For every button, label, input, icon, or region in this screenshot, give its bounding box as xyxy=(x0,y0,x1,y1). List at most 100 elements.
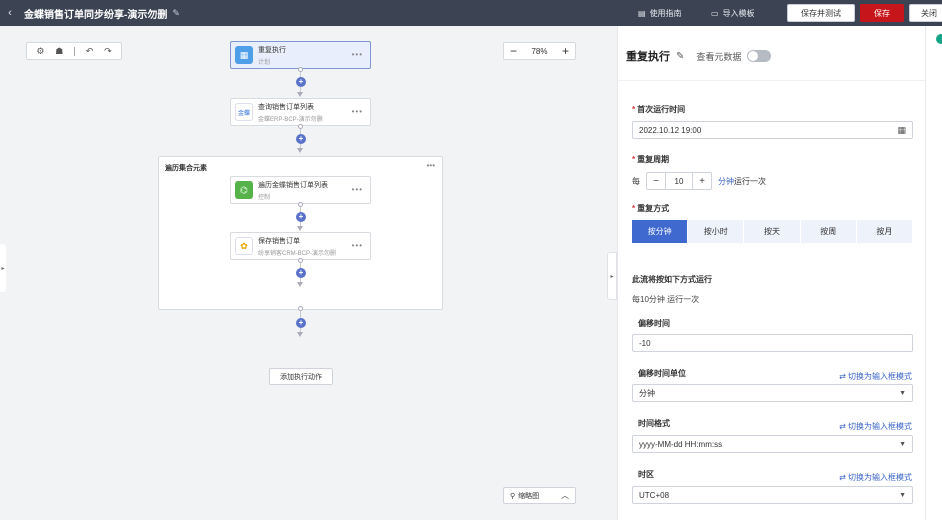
right-rail xyxy=(925,26,942,520)
properties-panel: 重复执行 ✎ 查看元数据 * 首次运行时间 2022.10.12 19:00 ▦ … xyxy=(617,26,926,520)
arrow-down-icon xyxy=(297,332,303,337)
zoom-out-button[interactable]: − xyxy=(510,45,517,57)
caret-down-icon: ▼ xyxy=(899,389,906,397)
first-run-label: * 首次运行时间 xyxy=(632,105,686,114)
zoom-control: − 78% + xyxy=(503,42,576,60)
edit-pencil-icon[interactable]: ✎ xyxy=(676,51,684,62)
kingdee-logo-icon: 金蝶 xyxy=(235,103,253,121)
mode-day-button[interactable]: 按天 xyxy=(744,220,801,243)
node-subtitle: 控制 xyxy=(258,194,271,201)
page-title: 金蝶销售订单同步纷享-演示勿删 xyxy=(24,9,168,21)
swap-icon: ⇄ xyxy=(839,372,848,381)
arrow-down-icon xyxy=(297,282,303,287)
folder-icon: ▭ xyxy=(711,8,719,18)
more-icon[interactable]: ••• xyxy=(352,107,363,116)
add-step-button[interactable]: + xyxy=(296,134,306,144)
book-icon: ▤ xyxy=(638,8,646,18)
zoom-in-button[interactable]: + xyxy=(562,45,569,57)
mode-label: * 重复方式 xyxy=(632,204,670,213)
top-bar: ‹ 金蝶销售订单同步纷享-演示勿删 ✎ ▤ 使用指南 ▭ 导入模板 保存并测试 … xyxy=(0,0,942,26)
flow-control-icon: ⌬ xyxy=(235,181,253,199)
timezone-select[interactable]: UTC+08 ▼ xyxy=(632,486,913,504)
close-button[interactable]: 关闭 xyxy=(909,4,942,22)
back-arrow-icon[interactable]: ‹ xyxy=(0,7,20,19)
period-value[interactable]: 10 xyxy=(665,173,693,189)
arrow-down-icon xyxy=(297,92,303,97)
flow-node-query-orders[interactable]: 金蝶 查询销售订单列表 金蝶ERP-BCP-演示勿删 ••• xyxy=(230,98,371,126)
redo-icon[interactable]: ↷ xyxy=(104,46,112,57)
toolbar-divider xyxy=(74,46,76,56)
period-stepper[interactable]: − 10 + xyxy=(646,172,712,190)
flow-node-save-order[interactable]: ✿ 保存销售订单 纷享销客CRM-BCP-演示勿删 ••• xyxy=(230,232,371,260)
chevron-up-icon: ︿ xyxy=(561,491,569,500)
edit-pencil-icon[interactable]: ✎ xyxy=(172,8,180,19)
add-step-button[interactable]: + xyxy=(296,318,306,328)
metadata-toggle[interactable] xyxy=(747,50,772,62)
panel-collapse-tab[interactable]: ▸ xyxy=(607,252,617,300)
calendar-icon[interactable]: ▦ xyxy=(897,125,906,136)
switch-input-mode-link[interactable]: ⇄ 切换为输入框模式 xyxy=(839,472,912,483)
node-title: 查询销售订单列表 xyxy=(258,103,314,111)
add-action-button[interactable]: 添加执行动作 xyxy=(269,368,333,385)
more-icon[interactable]: ••• xyxy=(352,241,363,250)
save-and-test-button[interactable]: 保存并测试 xyxy=(787,4,855,22)
offset-unit-label: 偏移时间单位 xyxy=(638,369,686,378)
run-summary-title: 此流将按如下方式运行 xyxy=(632,275,712,284)
mode-month-button[interactable]: 按月 xyxy=(856,220,914,243)
swap-icon: ⇄ xyxy=(839,422,848,431)
add-step-button[interactable]: + xyxy=(296,268,306,278)
robot-icon[interactable]: ⚙ xyxy=(36,46,44,57)
panel-title: 重复执行 xyxy=(626,51,670,63)
increment-button[interactable]: + xyxy=(693,173,711,189)
caret-down-icon: ▼ xyxy=(899,440,906,448)
period-unit-link[interactable]: 分钟 xyxy=(718,176,734,187)
zoom-level: 78% xyxy=(531,46,548,56)
flow-node-iterate[interactable]: ⌬ 遍历金蝶销售订单列表 控制 ••• xyxy=(230,176,371,204)
left-expand-tab[interactable]: ▸ xyxy=(0,244,6,292)
flow-node-trigger[interactable]: ▦ 重复执行 计划 ••• xyxy=(230,41,371,69)
guide-link[interactable]: ▤ 使用指南 xyxy=(638,0,682,26)
switch-input-mode-link[interactable]: ⇄ 切换为输入框模式 xyxy=(839,421,912,432)
location-pin-icon: ⚲ xyxy=(510,492,516,500)
node-subtitle: 金蝶ERP-BCP-演示勿删 xyxy=(258,116,323,123)
more-icon[interactable]: ••• xyxy=(352,185,363,194)
offset-input[interactable]: -10 xyxy=(632,334,913,352)
minimap-toggle[interactable]: ⚲ 缩略图 ︿ xyxy=(503,487,576,504)
status-dot-icon[interactable] xyxy=(936,34,942,44)
node-title: 遍历金蝶销售订单列表 xyxy=(258,181,328,189)
chevron-right-icon: ▸ xyxy=(610,273,614,280)
flow-canvas[interactable]: ▸ ⚙ ☗ ↶ ↷ − 78% + ▦ 重复执行 计划 ••• + 金蝶 查询销… xyxy=(0,26,607,520)
mode-week-button[interactable]: 按周 xyxy=(800,220,857,243)
import-template-link[interactable]: ▭ 导入模板 xyxy=(711,0,755,26)
node-title: 重复执行 xyxy=(258,46,286,54)
run-summary-text: 每10分钟 运行一次 xyxy=(632,295,700,304)
fxiaoke-logo-icon: ✿ xyxy=(235,237,253,255)
mode-minute-button[interactable]: 按分钟 xyxy=(632,220,689,243)
repeat-mode-segmented: 按分钟 按小时 按天 按周 按月 xyxy=(632,220,914,243)
panel-divider xyxy=(618,80,926,81)
offset-unit-select[interactable]: 分钟 ▼ xyxy=(632,384,913,402)
time-format-select[interactable]: yyyy-MM-dd HH:mm:ss ▼ xyxy=(632,435,913,453)
add-step-button[interactable]: + xyxy=(296,212,306,222)
node-subtitle: 计划 xyxy=(258,59,271,66)
arrow-down-icon xyxy=(297,148,303,153)
first-run-datetime-input[interactable]: 2022.10.12 19:00 ▦ xyxy=(632,121,913,139)
more-icon[interactable]: ••• xyxy=(352,50,363,59)
period-label: * 重复周期 xyxy=(632,155,670,164)
undo-icon[interactable]: ↶ xyxy=(86,46,94,57)
mode-hour-button[interactable]: 按小时 xyxy=(688,220,745,243)
offset-label: 偏移时间 xyxy=(638,319,670,328)
swap-icon: ⇄ xyxy=(839,473,848,482)
more-icon[interactable]: ••• xyxy=(427,161,435,170)
add-step-button[interactable]: + xyxy=(296,77,306,87)
canvas-toolbar: ⚙ ☗ ↶ ↷ xyxy=(26,42,122,60)
save-button[interactable]: 保存 xyxy=(860,4,904,22)
calendar-icon: ▦ xyxy=(235,46,253,64)
switch-input-mode-link[interactable]: ⇄ 切换为输入框模式 xyxy=(839,371,912,382)
bot-icon[interactable]: ☗ xyxy=(55,46,63,57)
caret-down-icon: ▼ xyxy=(899,491,906,499)
time-format-label: 时间格式 xyxy=(638,419,670,428)
view-metadata-label: 查看元数据 xyxy=(696,51,742,62)
decrement-button[interactable]: − xyxy=(647,173,665,189)
loop-title: 遍历集合元素 xyxy=(165,165,207,172)
